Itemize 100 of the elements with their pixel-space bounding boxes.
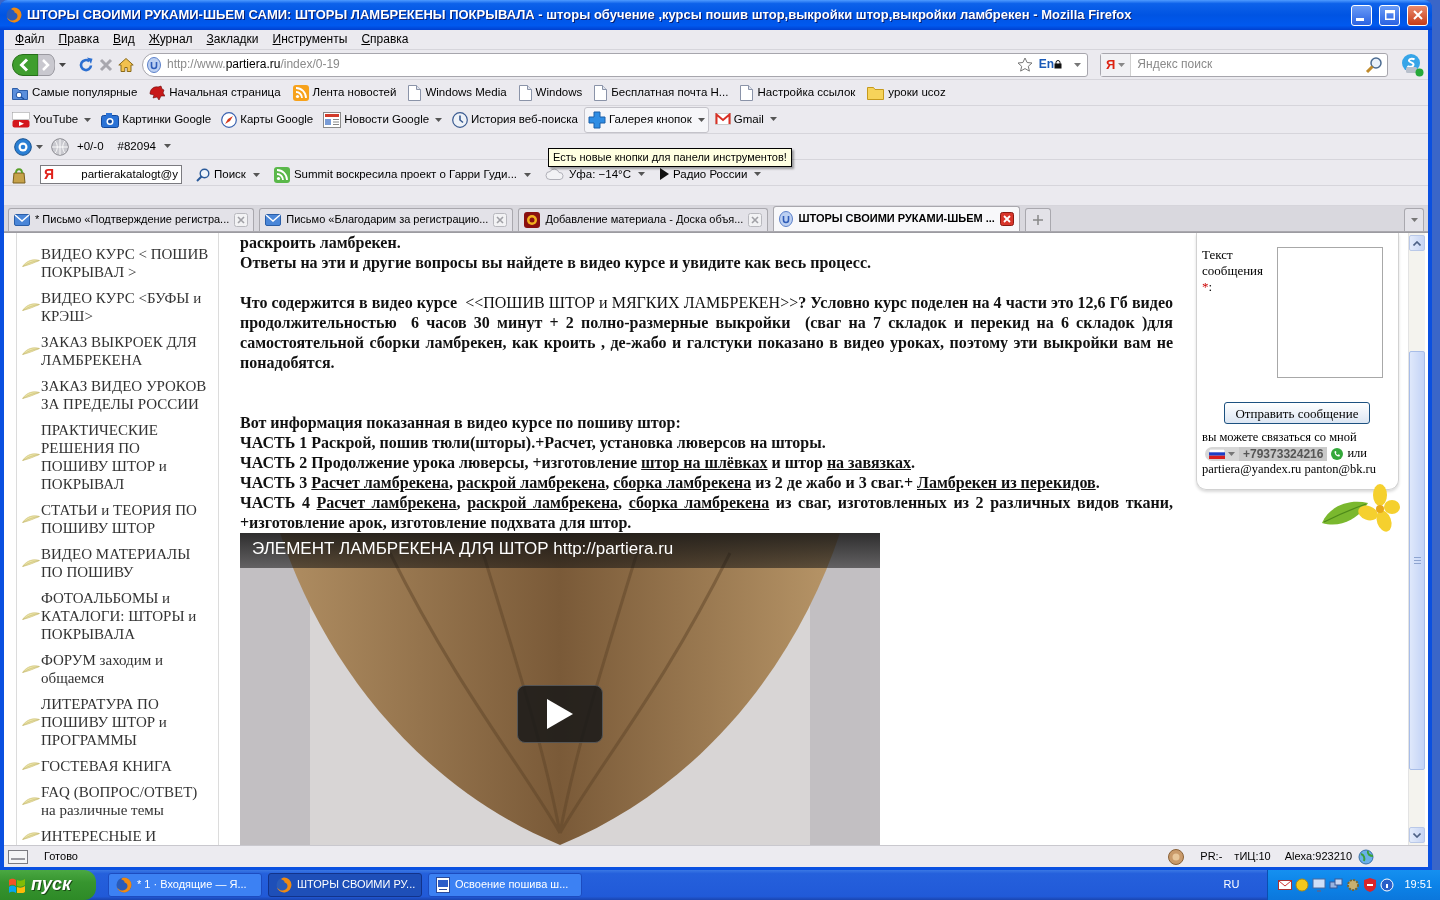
sidebar-link[interactable]: ГОСТЕВАЯ КНИГА [41, 757, 211, 775]
search-engine-button[interactable]: Я [1101, 53, 1132, 76]
text-link[interactable]: на завязках [826, 454, 911, 471]
sidebar-link[interactable]: ВИДЕО КУРС <БУФЫ и КРЭШ> [41, 289, 211, 325]
text-link[interactable]: Ламбрекен из перекидов [917, 474, 1096, 491]
maximize-button[interactable] [1379, 4, 1400, 26]
scroll-thumb[interactable] [1409, 351, 1425, 770]
news-button[interactable]: Summit воскресила проект о Гарри Гуди... [273, 166, 532, 183]
bookmark-item[interactable]: уроки ucoz [863, 83, 950, 102]
page-icon [518, 84, 532, 101]
taskbar-button[interactable]: ШТОРЫ СВОИМИ РУ... [268, 873, 422, 897]
tab-list-button[interactable] [1404, 208, 1424, 231]
toolbar-button[interactable]: Галерея кнопок [584, 106, 709, 133]
weather-button[interactable]: Уфа: −14°C [545, 167, 645, 182]
text-link[interactable]: сборка ламбрекена [613, 474, 752, 491]
text-link[interactable]: раскрой ламбрекена [467, 494, 619, 511]
menu-item[interactable]: Справка [354, 32, 416, 47]
menu-item[interactable]: Правка [51, 32, 107, 47]
site-icon [779, 211, 794, 227]
menu-item[interactable]: Закладки [199, 32, 266, 47]
sidebar-link[interactable]: ИНТЕРЕСНЫЕ И [41, 827, 211, 845]
toolbar-button[interactable]: Gmail [710, 108, 781, 131]
toolbar-button[interactable]: YouTube [8, 107, 96, 132]
browser-tab[interactable]: Добавление материала - Доска объя... [518, 208, 769, 231]
shield-icon[interactable] [1363, 877, 1378, 893]
globe-icon[interactable] [1358, 848, 1374, 865]
sidebar-link[interactable]: СТАТЬИ и ТЕОРИЯ ПО ПОШИВУ ШТОР [41, 501, 211, 537]
minimize-button[interactable] [1351, 4, 1372, 26]
menu-item[interactable]: Файл [8, 32, 52, 47]
messenger-icon[interactable] [1400, 52, 1424, 77]
bookmark-item[interactable]: Начальная страница [145, 82, 285, 103]
search-button[interactable]: Поиск [196, 167, 260, 182]
info-icon[interactable] [1380, 877, 1395, 893]
scrollbar[interactable] [1408, 233, 1425, 845]
seal-icon[interactable] [1168, 848, 1185, 865]
language-indicator[interactable]: RU [1223, 878, 1240, 892]
menu-item[interactable]: Инструменты [265, 32, 355, 47]
spiral-menu-button[interactable] [14, 137, 43, 156]
star-icon[interactable] [1016, 56, 1033, 73]
send-button[interactable]: Отправить сообщение [1224, 402, 1370, 424]
start-button[interactable]: пуск [0, 870, 96, 900]
taskbar-button[interactable]: * 1 · Входящие — Я... [108, 873, 262, 897]
search-field[interactable]: Я Яндекс поиск [1100, 52, 1388, 77]
or-text: или [1347, 446, 1368, 461]
browser-tab[interactable]: * Письмо «Подтверждение регистра... [8, 208, 255, 231]
reload-icon[interactable] [78, 56, 94, 73]
home-icon[interactable] [118, 56, 134, 73]
sidebar-link[interactable]: ПРАКТИЧЕСКИЕ РЕШЕНИЯ ПО ПОШИВУ ШТОР и ПОКРЫВАЛ [41, 421, 211, 493]
bookmark-item[interactable]: Windows [514, 82, 587, 103]
call-icon[interactable] [1331, 447, 1344, 460]
message-field[interactable] [1277, 247, 1383, 378]
toolbar-button[interactable]: Новости Google [319, 107, 447, 132]
sidebar-link[interactable]: ВИДЕО КУРС < ПОШИВ ПОКРЫВАЛ > [41, 245, 211, 281]
sidebar-link[interactable]: ФОРУМ заходим и общаемся [41, 651, 211, 687]
envelope-icon[interactable] [1278, 877, 1293, 893]
bookmark-item[interactable]: Самые популярные [8, 82, 142, 103]
sidebar-link[interactable]: ЗАКАЗ ВЫКРОЕК ДЛЯ ЛАМБРЕКЕНА [41, 333, 211, 369]
keyboard-icon[interactable] [8, 849, 28, 864]
menu-item[interactable]: Журнал [141, 32, 200, 47]
bookmark-item[interactable]: Бесплатная почта Н... [590, 82, 733, 103]
counter-button[interactable]: #82094 [117, 139, 171, 154]
new-tab-button[interactable] [1024, 208, 1051, 231]
station-button[interactable]: Радио России [659, 167, 762, 182]
menu-item[interactable]: Вид [106, 32, 142, 47]
scroll-down-button[interactable] [1409, 827, 1425, 843]
back-icon[interactable] [12, 53, 38, 76]
play-button[interactable] [517, 685, 603, 743]
toolbar-button[interactable]: Картинки Google [97, 107, 216, 132]
toolbar-button[interactable]: Карты Google [217, 107, 318, 132]
search-icon[interactable] [1365, 55, 1383, 74]
text-link[interactable]: сборка ламбрекена [628, 494, 770, 511]
sidebar-link[interactable]: FAQ (ВОПРОС/ОТВЕТ) на различные темы [41, 783, 211, 819]
text-link[interactable]: штор на шлёвках [641, 454, 768, 471]
page-icon [408, 84, 422, 101]
browser-tab[interactable]: Письмо «Благодарим за регистрацию... [259, 208, 514, 231]
bookmark-item[interactable]: Лента новостей [288, 82, 401, 103]
taskbar-button[interactable]: Освоение пошива ш... [428, 873, 582, 897]
gear-icon[interactable] [1346, 877, 1361, 893]
sidebar-link[interactable]: ФОТОАЛЬБОМЫ и КАТАЛОГИ: ШТОРЫ и ПОКРЫВАЛА [41, 589, 211, 643]
toolbar-button[interactable]: История веб-поиска [448, 107, 582, 132]
country-selector[interactable] [1205, 446, 1239, 461]
circle-icon[interactable] [1295, 877, 1310, 893]
caret-icon [524, 172, 532, 177]
close-icon[interactable] [999, 212, 1014, 226]
forward-icon[interactable] [38, 53, 55, 76]
close-button[interactable] [1407, 4, 1428, 26]
login-field[interactable]: Я partierakatalogt@y [40, 165, 182, 184]
text-link[interactable]: Расчет ламбрекена [311, 474, 449, 491]
sidebar-link[interactable]: ЛИТЕРАТУРА ПО ПОШИВУ ШТОР и ПРОГРАММЫ [41, 695, 211, 749]
bookmark-item[interactable]: Настройка ссылок [736, 82, 860, 103]
address-field[interactable]: http://www.partiera.ru/index/0-19 En [142, 52, 1088, 77]
sidebar-link[interactable]: ВИДЕО МАТЕРИАЛЫ ПО ПОШИВУ [41, 545, 211, 581]
text-link[interactable]: раскрой ламбрекена [456, 474, 606, 491]
browser-tab[interactable]: ШТОРЫ СВОИМИ РУКАМИ-ШЬЕМ ... [773, 206, 1020, 231]
sidebar-link[interactable]: ЗАКАЗ ВИДЕО УРОКОВ ЗА ПРЕДЕЛЫ РОССИИ [41, 377, 211, 413]
monitor-icon[interactable] [1312, 877, 1327, 893]
scroll-up-button[interactable] [1409, 235, 1425, 251]
text-link[interactable]: Расчет ламбрекена [316, 494, 457, 511]
bookmark-item[interactable]: Windows Media [404, 82, 511, 103]
language-indicator[interactable]: En [1038, 57, 1054, 72]
